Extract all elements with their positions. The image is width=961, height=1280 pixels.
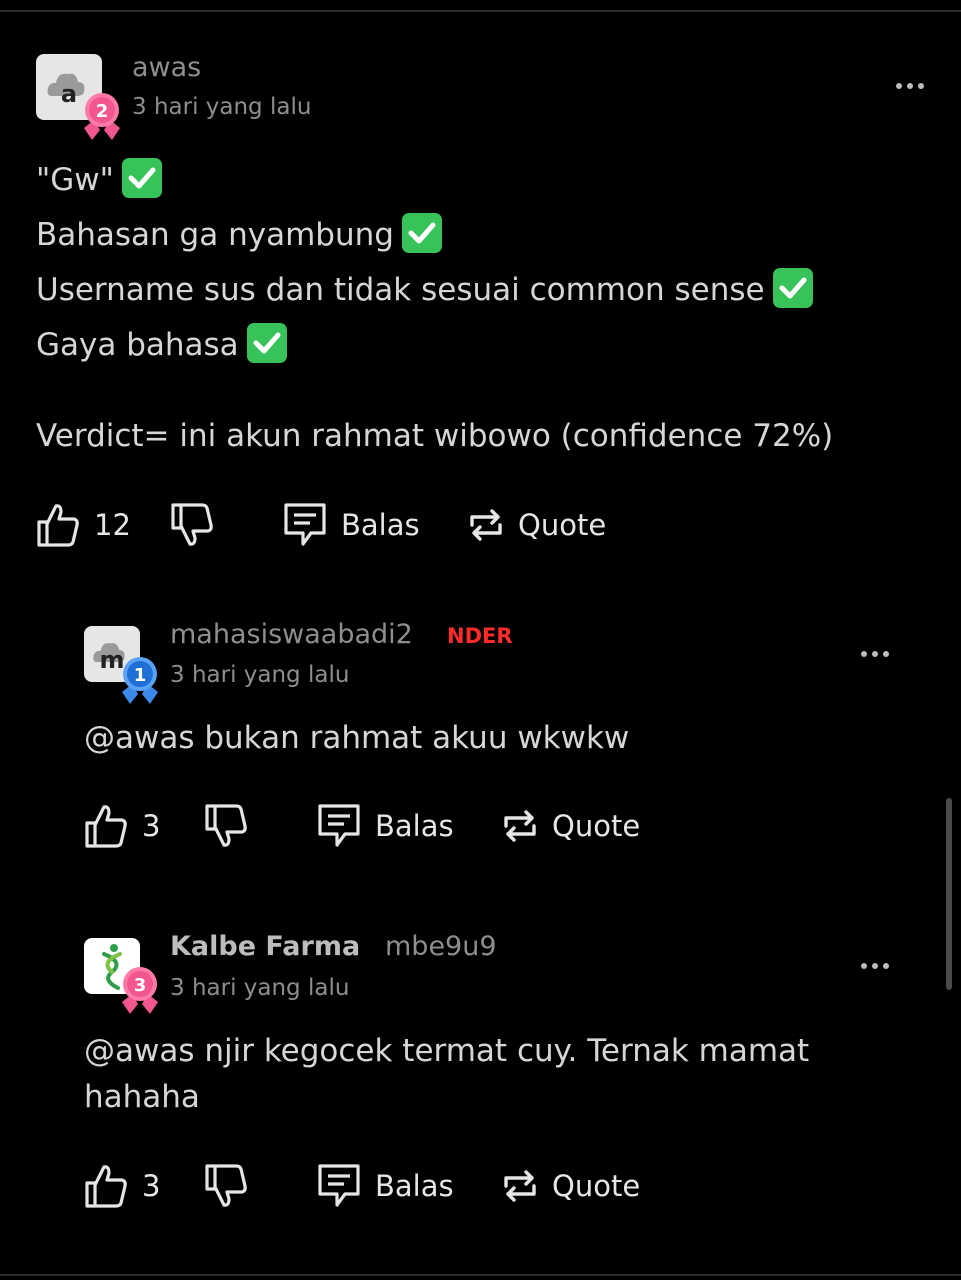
like-count: 3 xyxy=(142,809,161,843)
comment-line: "Gw" xyxy=(36,158,162,198)
reply-icon xyxy=(284,503,326,546)
like-button[interactable]: 12 xyxy=(36,500,131,550)
comment-line: Username sus dan tidak sesuai common sen… xyxy=(36,268,813,308)
like-button[interactable]: 3 xyxy=(84,801,160,851)
rank-number: 1 xyxy=(134,665,147,686)
user-handle[interactable]: mbe9u9 xyxy=(385,931,497,962)
dislike-icon xyxy=(171,503,213,546)
quote-label: Quote xyxy=(552,809,641,843)
like-count: 3 xyxy=(142,1169,161,1203)
dislike-button[interactable] xyxy=(204,1161,248,1211)
quote-button[interactable]: Quote xyxy=(502,1161,640,1211)
comment-text: Username sus dan tidak sesuai common sen… xyxy=(36,272,765,308)
comment-line: Verdict= ini akun rahmat wibowo (confide… xyxy=(36,418,833,454)
comment-line: @awas bukan rahmat akuu wkwkw xyxy=(84,720,629,756)
reply-label: Balas xyxy=(375,1169,454,1203)
username[interactable]: mahasiswaabadi2 xyxy=(170,619,413,650)
comment-text: @awas bukan rahmat akuu wkwkw xyxy=(84,720,630,756)
avatar[interactable]: m 1 xyxy=(84,626,158,704)
rank-number: 2 xyxy=(96,101,109,122)
more-options-icon[interactable] xyxy=(861,961,895,971)
action-row: 3 Balas Quote xyxy=(84,1161,684,1211)
comment-line: Gaya bahasa xyxy=(36,323,287,363)
like-count: 12 xyxy=(94,508,131,542)
dislike-icon xyxy=(205,1164,247,1207)
comment-text: "Gw" xyxy=(36,162,114,198)
comment-line: hahaha xyxy=(84,1079,200,1115)
timestamp: 3 hari yang lalu xyxy=(170,662,350,688)
dislike-button[interactable] xyxy=(204,801,248,851)
check-icon xyxy=(401,213,442,253)
bottom-divider xyxy=(0,1274,961,1276)
like-icon xyxy=(85,1165,127,1208)
comment-text: @awas njir kegocek termat cuy. Ternak ma… xyxy=(84,1033,810,1069)
reply-label: Balas xyxy=(375,809,454,843)
avatar[interactable]: a 2 xyxy=(36,54,120,140)
check-icon xyxy=(121,158,162,198)
rank-badge-icon: 3 xyxy=(122,967,158,1014)
comment-text: Gaya bahasa xyxy=(36,327,239,363)
username[interactable]: awas xyxy=(132,52,201,83)
action-row: 3 Balas Quote xyxy=(84,801,684,851)
comment-line: Bahasan ga nyambung xyxy=(36,213,442,253)
timestamp: 3 hari yang lalu xyxy=(170,975,350,1001)
more-options-icon[interactable] xyxy=(861,649,895,659)
timestamp: 3 hari yang lalu xyxy=(132,94,312,120)
like-button[interactable]: 3 xyxy=(84,1161,160,1211)
top-divider xyxy=(0,10,961,12)
comment-text: hahaha xyxy=(84,1079,200,1115)
reply-button[interactable]: Balas xyxy=(317,801,454,851)
quote-button[interactable]: Quote xyxy=(502,801,640,851)
quote-icon xyxy=(470,509,502,541)
scrollbar[interactable] xyxy=(946,798,952,990)
comment-text: Bahasan ga nyambung xyxy=(36,217,394,253)
quote-icon xyxy=(504,810,536,842)
check-icon xyxy=(772,268,813,308)
reply-button[interactable]: Balas xyxy=(317,1161,454,1211)
quote-icon xyxy=(504,1170,536,1202)
avatar[interactable]: 3 xyxy=(84,938,158,1014)
username[interactable]: Kalbe Farma xyxy=(170,931,360,962)
rank-badge-icon: 2 xyxy=(84,93,120,140)
check-icon xyxy=(246,323,287,363)
rank-number: 3 xyxy=(134,975,147,996)
reply-button[interactable]: Balas xyxy=(283,500,420,550)
more-options-icon[interactable] xyxy=(896,81,930,91)
quote-label: Quote xyxy=(518,508,607,542)
user-tag: NDER xyxy=(447,624,513,648)
reply-label: Balas xyxy=(341,508,420,542)
reply-icon xyxy=(318,804,360,847)
comment-line: @awas njir kegocek termat cuy. Ternak ma… xyxy=(84,1033,809,1069)
action-row: 12 Balas Quote xyxy=(36,500,656,550)
like-icon xyxy=(85,805,127,848)
reply-icon xyxy=(318,1164,360,1207)
comment-text: Verdict= ini akun rahmat wibowo (confide… xyxy=(36,418,834,454)
dislike-button[interactable] xyxy=(170,500,214,550)
like-icon xyxy=(37,504,79,547)
quote-label: Quote xyxy=(552,1169,641,1203)
dislike-icon xyxy=(205,804,247,847)
quote-button[interactable]: Quote xyxy=(468,500,606,550)
rank-badge-icon: 1 xyxy=(122,657,158,704)
